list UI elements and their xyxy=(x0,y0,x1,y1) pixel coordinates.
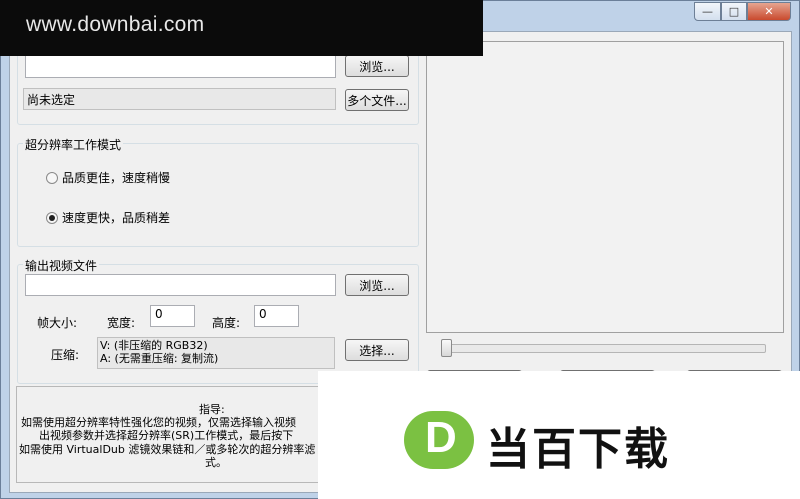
input-browse-button[interactable]: 浏览... xyxy=(345,55,409,77)
logo-letter: D xyxy=(425,413,457,462)
mode-option-quality[interactable]: 品质更佳，速度稍慢 xyxy=(46,169,170,186)
mode-option-speed-label: 速度更快，品质稍差 xyxy=(62,211,171,225)
timeline-slider-track[interactable] xyxy=(441,344,766,353)
minimize-button[interactable]: — xyxy=(694,2,721,21)
window-controls: — □ ✕ xyxy=(694,2,791,21)
maximize-button[interactable]: □ xyxy=(721,2,747,21)
radio-icon xyxy=(46,171,58,184)
overlay-logo: D 当百下载 xyxy=(318,371,800,499)
guide-line-3: 如需使用 VirtualDub 滤镜效果链和／或多轮次的超分辨率滤 xyxy=(19,443,316,456)
video-preview xyxy=(426,41,784,333)
output-browse-button[interactable]: 浏览... xyxy=(345,274,409,296)
watermark-text: www.downbai.com xyxy=(26,13,205,36)
guide-line-2: 出视频参数并选择超分辨率(SR)工作模式，最后按下 xyxy=(39,429,294,442)
radio-selected-icon xyxy=(46,211,58,224)
guide-line-4: 式。 xyxy=(205,456,227,469)
watermark-banner: www.downbai.com xyxy=(0,0,483,56)
compress-select-button[interactable]: 选择... xyxy=(345,339,409,361)
width-label: 宽度: xyxy=(107,316,136,330)
mode-group xyxy=(17,143,419,247)
logo-text: 当百下载 xyxy=(486,424,670,475)
height-label: 高度: xyxy=(212,316,241,330)
compress-video-line: V: (非压缩的 RGB32) xyxy=(100,339,208,352)
mode-group-title: 超分辨率工作模式 xyxy=(23,136,124,153)
width-input[interactable]: 0 xyxy=(150,305,195,327)
frame-size-label: 帧大小: xyxy=(37,316,78,330)
input-status-text: 尚未选定 xyxy=(23,88,336,110)
guide-title: 指导: xyxy=(199,403,225,416)
input-file-field[interactable] xyxy=(25,53,336,78)
mode-option-speed[interactable]: 速度更快，品质稍差 xyxy=(46,209,170,226)
output-file-field[interactable] xyxy=(25,274,336,296)
mode-option-quality-label: 品质更佳，速度稍慢 xyxy=(62,171,171,185)
guide-line-1: 如需使用超分辨率特性强化您的视频，仅需选择输入视频 xyxy=(21,416,296,429)
multiple-files-button[interactable]: 多个文件... xyxy=(345,89,409,111)
timeline-slider-thumb[interactable] xyxy=(441,339,452,357)
compress-label: 压缩: xyxy=(51,348,80,362)
compress-audio-line: A: (无需重压缩: 复制流) xyxy=(100,352,219,365)
compress-info: V: (非压缩的 RGB32) A: (无需重压缩: 复制流) xyxy=(97,337,335,369)
height-input[interactable]: 0 xyxy=(254,305,299,327)
output-group-title: 输出视频文件 xyxy=(23,257,100,274)
close-button[interactable]: ✕ xyxy=(747,2,791,21)
